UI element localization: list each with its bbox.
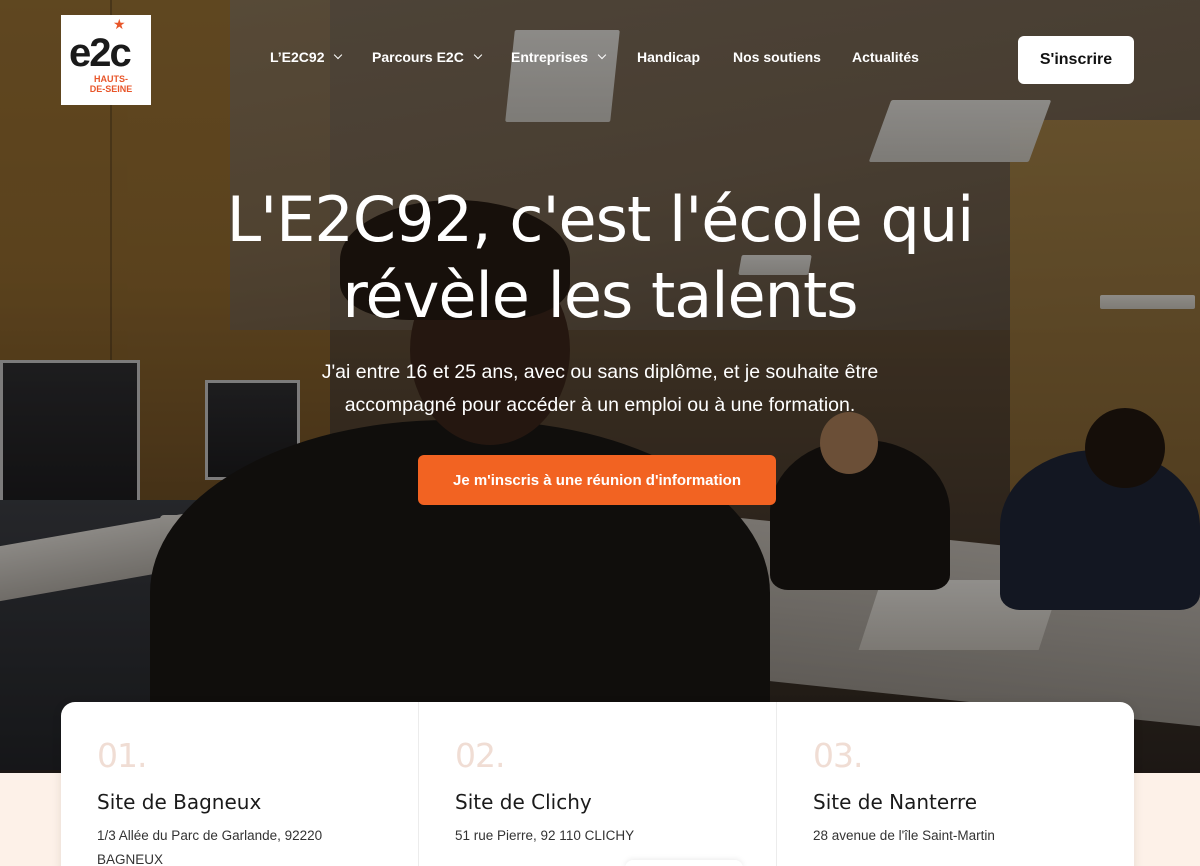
site-card-bagneux[interactable]: 01. Site de Bagneux 1/3 Allée du Parc de… <box>61 702 418 866</box>
nav-item-handicap[interactable]: Handicap <box>637 49 700 65</box>
logo-subtitle: HAUTS- DE-SEINE <box>89 74 133 94</box>
chevron-down-icon <box>334 50 343 60</box>
hero-subtitle-line: accompagné pour accéder à un emploi ou à… <box>344 394 856 416</box>
nav-label: L’E2C92 <box>270 49 325 65</box>
logo-text: e2c <box>69 31 132 75</box>
site-number: 03. <box>813 736 863 775</box>
nav-label: Actualités <box>852 49 919 65</box>
site-address: 51 rue Pierre, 92 110 CLICHY <box>455 828 635 843</box>
nav-label: Entreprises <box>511 49 589 65</box>
nav-label: Nos soutiens <box>733 49 821 65</box>
info-meeting-button[interactable]: Je m'inscris à une réunion d'information <box>418 455 776 505</box>
site-name: Site de Nanterre <box>813 790 978 814</box>
hero-subtitle-line: J'ai entre 16 et 25 ans, avec ou sans di… <box>321 361 879 383</box>
nav-label: Parcours E2C <box>372 49 464 65</box>
logo-subtitle-line: DE-SEINE <box>89 84 133 94</box>
site-number: 01. <box>97 736 147 775</box>
logo-subtitle-line: HAUTS- <box>94 74 128 84</box>
floating-tab[interactable] <box>625 860 743 866</box>
site-card-clichy[interactable]: 02. Site de Clichy 51 rue Pierre, 92 110… <box>418 702 776 866</box>
site-address: 1/3 Allée du Parc de Garlande, 92220 BAG… <box>97 828 323 866</box>
hero-subtitle: J'ai entre 16 et 25 ans, avec ou sans di… <box>250 356 950 422</box>
nav-label: Handicap <box>637 49 701 65</box>
site-logo[interactable]: ★ e2c HAUTS- DE-SEINE <box>61 15 151 105</box>
sites-card: 01. Site de Bagneux 1/3 Allée du Parc de… <box>61 702 1134 866</box>
site-number: 02. <box>455 736 505 775</box>
site-address: 28 avenue de l'île Saint-Martin <box>813 828 995 843</box>
hero-title-line: L'E2C92, c'est l'école qui <box>226 183 975 256</box>
nav-item-parcours[interactable]: Parcours E2C <box>372 49 483 65</box>
nav-item-entreprises[interactable]: Entreprises <box>511 49 607 65</box>
nav-item-e2c92[interactable]: L’E2C92 <box>270 49 343 65</box>
site-card-nanterre[interactable]: 03. Site de Nanterre 28 avenue de l'île … <box>776 702 1134 866</box>
hero-title: L'E2C92, c'est l'école qui révèle les ta… <box>100 182 1100 334</box>
nav-item-actualites[interactable]: Actualités <box>852 49 919 65</box>
chevron-down-icon <box>597 50 607 60</box>
site-name: Site de Clichy <box>455 790 592 814</box>
site-name: Site de Bagneux <box>97 790 262 814</box>
hero-title-line: révèle les talents <box>342 259 858 332</box>
signup-button[interactable]: S'inscrire <box>1018 36 1134 84</box>
chevron-down-icon <box>473 50 483 60</box>
nav-item-soutiens[interactable]: Nos soutiens <box>733 49 821 65</box>
